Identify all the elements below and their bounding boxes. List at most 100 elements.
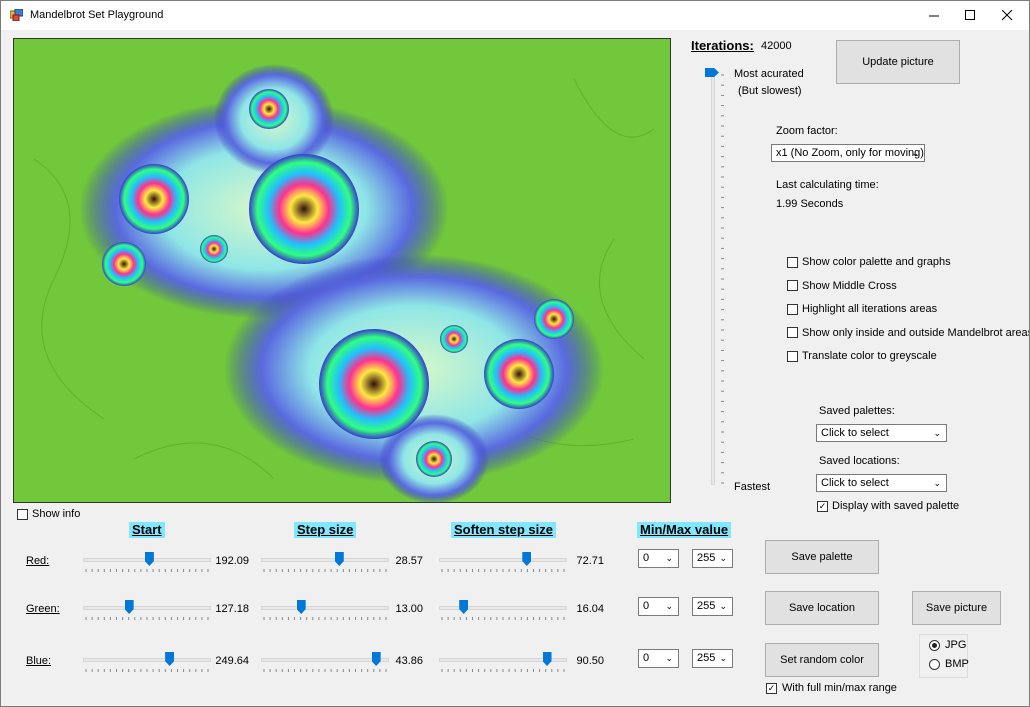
calc-time-label: Last calculating time: [776, 179, 879, 191]
max-value-select[interactable]: 255 ⌄ [692, 549, 733, 568]
zoom-factor-select[interactable]: x1 (No Zoom, only for moving) ⌄ [771, 144, 925, 162]
step-value: 43.86 [395, 655, 423, 667]
close-button[interactable] [984, 1, 1029, 30]
checkmark-icon: ✓ [818, 501, 827, 511]
chevron-down-icon: ⌄ [911, 148, 919, 158]
max-value-text: 255 [697, 552, 716, 564]
step-slider-track[interactable] [261, 606, 389, 610]
step-size-header: Step size [294, 522, 357, 538]
slider-ticks [85, 617, 209, 620]
soften-slider-thumb[interactable] [459, 600, 469, 614]
update-picture-button[interactable]: Update picture [836, 40, 960, 84]
saved-locations-select[interactable]: Click to select ⌄ [816, 474, 947, 492]
most-accurate-label: Most acurated [734, 68, 804, 80]
start-slider-track[interactable] [83, 658, 211, 662]
step-slider-thumb[interactable] [371, 652, 381, 666]
iterations-slider-ticks [721, 74, 724, 484]
iterations-slider-track[interactable] [711, 71, 715, 485]
calc-time-value: 1.99 Seconds [776, 198, 844, 210]
option-label-middle-cross: Show Middle Cross [802, 280, 897, 292]
minimize-icon [928, 15, 939, 17]
option-checkbox-palette[interactable] [787, 257, 798, 268]
app-window: Mandelbrot Set Playground Iterations: 42… [0, 0, 1030, 707]
max-value-select[interactable]: 255 ⌄ [692, 649, 733, 668]
option-checkbox-greyscale[interactable] [787, 351, 798, 362]
step-slider-thumb[interactable] [334, 552, 344, 566]
fractal-picture[interactable] [13, 38, 671, 503]
step-slider-track[interactable] [261, 558, 389, 562]
soften-value: 90.50 [576, 655, 604, 667]
full-range-checkbox[interactable]: ✓ [766, 683, 777, 694]
min-value-text: 0 [643, 600, 650, 612]
start-value: 192.09 [215, 555, 249, 567]
slider-ticks [85, 569, 209, 572]
but-slowest-label: (But slowest) [738, 85, 802, 97]
checkmark-icon: ✓ [767, 683, 776, 693]
show-info-label: Show info [32, 508, 81, 520]
fastest-label: Fastest [734, 481, 771, 493]
save-location-button[interactable]: Save location [765, 591, 879, 625]
chevron-down-icon: ⌄ [665, 653, 673, 663]
saved-palettes-select[interactable]: Click to select ⌄ [816, 424, 947, 442]
step-value: 13.00 [395, 603, 423, 615]
soften-slider-track[interactable] [439, 606, 567, 610]
chevron-down-icon: ⌄ [719, 653, 727, 663]
max-value-text: 255 [697, 652, 716, 664]
option-label-greyscale: Translate color to greyscale [802, 350, 937, 362]
title-bar[interactable]: Mandelbrot Set Playground [1, 1, 1029, 30]
step-slider-thumb[interactable] [296, 600, 306, 614]
slider-ticks [263, 669, 387, 672]
option-checkbox-middle-cross[interactable] [787, 280, 798, 291]
zoom-factor-label: Zoom factor: [776, 125, 838, 137]
close-icon [1001, 10, 1012, 21]
min-max-header: Min/Max value [637, 522, 732, 538]
min-value-select[interactable]: 0 ⌄ [638, 649, 679, 668]
option-label-palette: Show color palette and graphs [802, 256, 951, 268]
format-label-jpg: JPG [945, 639, 967, 651]
fractal-image [14, 39, 670, 502]
soften-slider-track[interactable] [439, 558, 567, 562]
min-value-select[interactable]: 0 ⌄ [638, 597, 679, 616]
saved-locations-label: Saved locations: [819, 455, 900, 467]
start-slider-thumb[interactable] [165, 652, 175, 666]
app-icon [10, 9, 23, 21]
soften-slider-thumb[interactable] [542, 652, 552, 666]
step-slider-track[interactable] [261, 658, 389, 662]
display-saved-palette-checkbox[interactable]: ✓ [817, 501, 828, 512]
channel-name: Red: [26, 555, 50, 567]
option-checkbox-highlight[interactable] [787, 304, 798, 315]
max-value-text: 255 [697, 600, 716, 612]
save-picture-button[interactable]: Save picture [912, 591, 1001, 625]
channel-name: Blue: [26, 655, 52, 667]
max-value-select[interactable]: 255 ⌄ [692, 597, 733, 616]
option-checkbox-inside-outside[interactable] [787, 327, 798, 338]
window-title: Mandelbrot Set Playground [30, 9, 164, 21]
save-palette-button[interactable]: Save palette [765, 540, 879, 574]
format-radio-jpg[interactable] [929, 640, 940, 651]
slider-ticks [441, 669, 565, 672]
chevron-down-icon: ⌄ [719, 553, 727, 563]
show-info-checkbox[interactable] [17, 509, 28, 520]
soften-slider-thumb[interactable] [522, 552, 532, 566]
min-value-select[interactable]: 0 ⌄ [638, 549, 679, 568]
iterations-slider-thumb[interactable] [705, 68, 719, 77]
saved-palettes-label: Saved palettes: [819, 405, 895, 417]
min-value-text: 0 [643, 552, 650, 564]
chevron-down-icon: ⌄ [933, 478, 941, 488]
start-slider-track[interactable] [83, 606, 211, 610]
soften-step-header: Soften step size [451, 522, 556, 538]
start-slider-thumb[interactable] [144, 552, 154, 566]
start-value: 249.64 [215, 655, 249, 667]
slider-ticks [441, 617, 565, 620]
chevron-down-icon: ⌄ [719, 601, 727, 611]
chevron-down-icon: ⌄ [665, 553, 673, 563]
format-radio-bmp[interactable] [929, 659, 940, 670]
chevron-down-icon: ⌄ [933, 428, 941, 438]
maximize-icon [964, 10, 975, 20]
chevron-down-icon: ⌄ [665, 601, 673, 611]
start-slider-thumb[interactable] [124, 600, 134, 614]
display-saved-palette-label: Display with saved palette [832, 500, 960, 512]
channel-name: Green: [26, 603, 60, 615]
soften-value: 72.71 [576, 555, 604, 567]
random-color-button[interactable]: Set random color [765, 643, 879, 677]
